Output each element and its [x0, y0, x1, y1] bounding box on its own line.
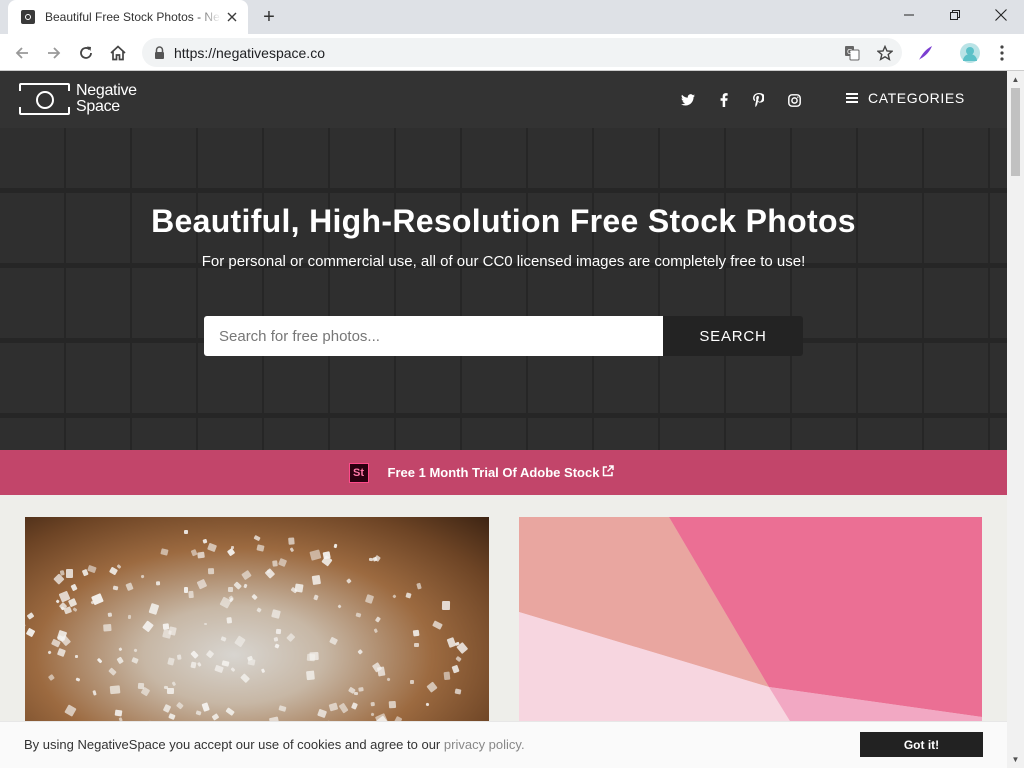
pinterest-icon[interactable]	[749, 91, 767, 109]
logo-text-line1: Negative	[76, 82, 137, 99]
browser-tab[interactable]: Beautiful Free Stock Photos - Negative S…	[8, 0, 248, 34]
hamburger-menu-icon	[846, 93, 858, 103]
translate-icon[interactable]: G	[842, 43, 862, 63]
browser-menu-icon[interactable]	[990, 41, 1014, 65]
bookmark-star-icon[interactable]	[875, 43, 895, 63]
hero-title: Beautiful, High-Resolution Free Stock Ph…	[151, 203, 856, 239]
adobe-stock-logo-icon: St	[348, 462, 369, 483]
address-bar[interactable]: https://negativespace.co G	[142, 38, 902, 67]
page-viewport: Negative Space CATEGORIES Beautiful, Hig…	[0, 71, 1024, 768]
privacy-policy-link[interactable]: privacy policy.	[444, 737, 525, 752]
camera-logo-icon	[19, 83, 70, 115]
back-arrow-icon[interactable]	[10, 41, 34, 65]
url-text[interactable]: https://negativespace.co	[174, 45, 325, 61]
extension-feather-icon[interactable]	[913, 41, 937, 65]
new-tab-button[interactable]: +	[258, 7, 280, 27]
forward-arrow-icon[interactable]	[42, 41, 66, 65]
site-favicon-icon	[21, 10, 35, 24]
categories-button[interactable]: CATEGORIES	[846, 90, 965, 106]
instagram-icon[interactable]	[785, 91, 803, 109]
external-link-icon	[602, 464, 615, 482]
categories-label: CATEGORIES	[868, 90, 965, 106]
logo-text-line2: Space	[76, 98, 120, 115]
hero-section: Beautiful, High-Resolution Free Stock Ph…	[0, 128, 1007, 450]
facebook-icon[interactable]	[715, 91, 733, 109]
scroll-up-arrow-icon[interactable]: ▲	[1007, 71, 1024, 88]
cookie-consent-bar: By using NegativeSpace you accept our us…	[0, 721, 1007, 768]
svg-text:G: G	[847, 48, 852, 56]
adobe-stock-promo-banner[interactable]: St Free 1 Month Trial Of Adobe Stock	[0, 450, 1007, 495]
search-button[interactable]: SEARCH	[663, 316, 803, 356]
restore-button[interactable]	[932, 0, 978, 30]
close-tab-icon[interactable]	[224, 9, 240, 25]
cookie-accept-button[interactable]: Got it!	[860, 732, 983, 757]
scroll-down-arrow-icon[interactable]: ▼	[1007, 751, 1024, 768]
page-scrollbar[interactable]: ▲ ▼	[1007, 71, 1024, 768]
site-logo[interactable]: Negative Space	[19, 83, 137, 115]
hero-subtitle: For personal or commercial use, all of o…	[201, 253, 806, 270]
close-window-button[interactable]	[978, 0, 1024, 30]
search-input[interactable]	[204, 316, 663, 356]
cookie-message: By using NegativeSpace you accept our us…	[24, 737, 441, 752]
minimize-button[interactable]	[886, 0, 932, 30]
lock-icon[interactable]	[154, 46, 165, 64]
tab-title: Beautiful Free Stock Photos - Negative S…	[45, 10, 221, 24]
profile-avatar-icon[interactable]	[958, 41, 982, 65]
browser-toolbar: https://negativespace.co G	[0, 34, 1024, 71]
home-icon[interactable]	[106, 41, 130, 65]
promo-link-text[interactable]: Free 1 Month Trial Of Adobe Stock	[388, 465, 600, 480]
twitter-icon[interactable]	[679, 91, 697, 109]
site-header: Negative Space CATEGORIES	[0, 71, 1007, 128]
browser-tab-bar: Beautiful Free Stock Photos - Negative S…	[0, 0, 1024, 34]
reload-icon[interactable]	[74, 41, 98, 65]
scrollbar-thumb[interactable]	[1011, 88, 1020, 176]
